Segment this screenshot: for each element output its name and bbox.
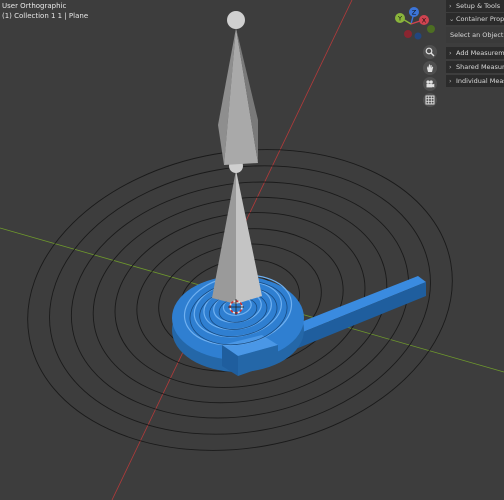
upper-cone-sphere — [227, 11, 245, 29]
lower-cone-right-face — [236, 170, 262, 304]
magnifier-icon — [425, 47, 435, 57]
grid-icon — [425, 95, 435, 105]
viewport-title: User Orthographic — [2, 2, 67, 10]
viewport-collection-info: (1) Collection 1 1 | Plane — [2, 12, 89, 20]
lower-cone[interactable] — [212, 159, 262, 304]
select-object-message: Select an Object — [446, 27, 504, 43]
panel-shared-measurements[interactable]: › Shared Measurements — [446, 61, 504, 73]
spiral-object[interactable] — [172, 267, 426, 376]
chevron-down-icon: ⌄ — [449, 15, 455, 23]
chevron-right-icon: › — [449, 63, 452, 71]
chevron-right-icon: › — [449, 49, 452, 57]
3d-viewport[interactable]: Z Y X User Orthographic (1) Collection 1… — [0, 0, 504, 500]
gizmo-y-label: Y — [397, 15, 402, 23]
lower-cone-left-face — [212, 170, 236, 304]
navigation-gizmo[interactable]: Z Y X — [395, 7, 435, 40]
pan-button[interactable] — [423, 61, 437, 75]
viewport-scene[interactable]: Z Y X — [0, 0, 504, 500]
grid-button[interactable] — [423, 93, 437, 107]
gizmo-z-label: Z — [412, 9, 417, 17]
camera-icon — [426, 80, 435, 88]
panel-setup-tools-label: Setup & Tools — [456, 2, 501, 10]
panel-individual-measurements[interactable]: › Individual Measurements — [446, 75, 504, 87]
chevron-right-icon: › — [449, 2, 452, 10]
zoom-button[interactable] — [423, 45, 437, 59]
panel-shared-measurements-label: Shared Measurements — [456, 63, 504, 71]
chevron-right-icon: › — [449, 77, 452, 85]
panel-individual-measurements-label: Individual Measurements — [456, 77, 504, 85]
hand-icon — [427, 64, 434, 72]
sidebar-panel: › Setup & Tools ⌄Container Properties Sel… — [446, 0, 504, 100]
upper-cone[interactable] — [218, 11, 258, 165]
camera-button[interactable] — [423, 77, 437, 91]
panel-container-properties[interactable]: ⌄Container Properties — [446, 13, 504, 25]
gizmo-y-negative[interactable] — [427, 25, 435, 33]
panel-setup-tools[interactable]: › Setup & Tools — [446, 0, 504, 12]
panel-container-properties-label: Container Properties — [456, 15, 504, 23]
select-object-label: Select an Object — [450, 31, 504, 39]
gizmo-x-negative[interactable] — [404, 30, 412, 38]
panel-add-measurements-label: Add Measurements — [456, 49, 504, 57]
gizmo-z-negative[interactable] — [414, 32, 422, 40]
gizmo-x-label: X — [422, 17, 427, 25]
panel-add-measurements[interactable]: › Add Measurements — [446, 47, 504, 59]
